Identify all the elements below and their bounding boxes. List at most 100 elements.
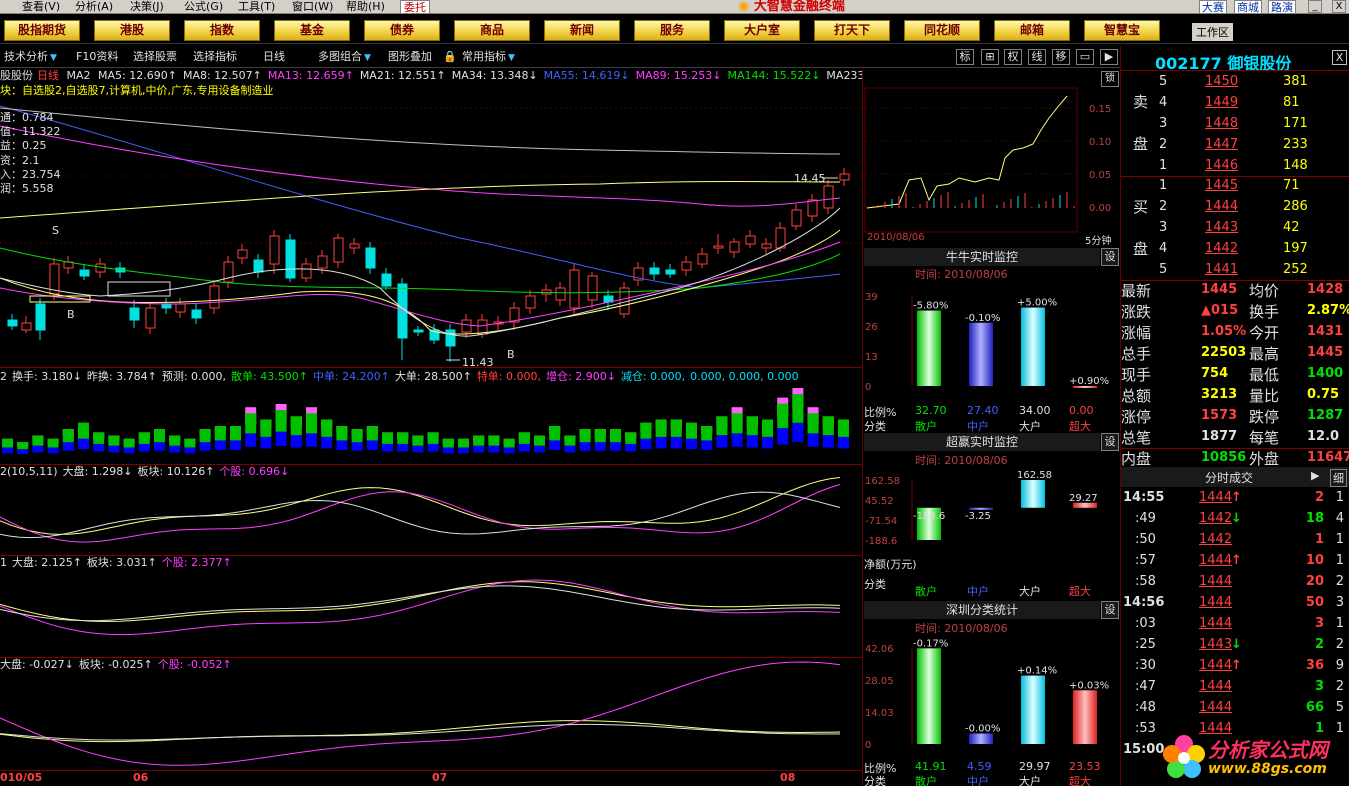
- topbtn-vip-room[interactable]: 大户室: [724, 20, 800, 41]
- ticks-arrow-icon[interactable]: ▶: [1311, 469, 1319, 482]
- mall-button[interactable]: 商城: [1234, 0, 1262, 14]
- topbtn-news[interactable]: 新闻: [544, 20, 620, 41]
- entrust-button[interactable]: 委托: [400, 0, 430, 14]
- candle-body: [269, 235, 280, 265]
- minimize-button[interactable]: _: [1308, 0, 1322, 13]
- window-icon[interactable]: ▭: [1076, 49, 1094, 65]
- menu-analysis[interactable]: 分析(A): [75, 0, 113, 14]
- chart-stock-name: 股股份: [0, 69, 33, 82]
- order-level-row[interactable]: 4 1449 81: [1121, 93, 1349, 114]
- pane-indicator-value: 大盘: 1.298↓: [62, 465, 133, 478]
- tick-price: 1444: [1199, 553, 1233, 568]
- play-icon[interactable]: ▶: [1100, 49, 1118, 65]
- topbtn-tonghuashun[interactable]: 同花顺: [904, 20, 980, 41]
- volume-bar: [807, 413, 819, 434]
- topbtn-hk-stocks[interactable]: 港股: [94, 20, 170, 41]
- toolbar-tech-analysis[interactable]: 技术分析 ▼: [4, 49, 57, 66]
- intraday-mini-chart[interactable]: 0.15 0.10 0.05 0.00: [863, 68, 1121, 244]
- niuniu-settings-button[interactable]: 设: [1101, 248, 1119, 266]
- toolbar-select-indicator[interactable]: 选择指标: [193, 49, 237, 65]
- tick-time: :25: [1135, 637, 1156, 652]
- candle-body: [791, 209, 802, 227]
- grid-icon[interactable]: ⊞: [981, 49, 999, 65]
- order-level-row[interactable]: 1 1445 71: [1121, 176, 1349, 197]
- menu-tools[interactable]: 工具(T): [238, 0, 275, 14]
- bar-chart-ytick: 45.52: [865, 496, 894, 507]
- level-number: 3: [1159, 220, 1168, 235]
- menu-decision[interactable]: 决策(J): [130, 0, 164, 14]
- order-level-row[interactable]: 3 1448 171: [1121, 114, 1349, 135]
- toolbar-select-stock[interactable]: 选择股票: [133, 49, 177, 65]
- main-chart-area[interactable]: 股股份 日线 MA2 MA5: 12.690↑ MA8: 12.507↑ MA13: …: [0, 68, 903, 786]
- menu-formula[interactable]: 公式(G): [184, 0, 223, 14]
- ma-title-line: 股股份 日线 MA2 MA5: 12.690↑ MA8: 12.507↑ MA13: …: [0, 69, 913, 82]
- quote-close-button[interactable]: X: [1332, 50, 1347, 65]
- topbtn-zhihuibao[interactable]: 智慧宝: [1084, 20, 1160, 41]
- chart-canvas[interactable]: [0, 68, 862, 786]
- order-level-row[interactable]: 1 1446 148: [1121, 156, 1349, 177]
- tick-time: :57: [1135, 553, 1156, 568]
- topbtn-service[interactable]: 服务: [634, 20, 710, 41]
- menu-help[interactable]: 帮助(H): [346, 0, 385, 14]
- topbtn-bonds[interactable]: 债券: [364, 20, 440, 41]
- window-close-button[interactable]: X: [1332, 0, 1346, 13]
- volume-bar: [686, 422, 697, 439]
- topbtn-datianxia[interactable]: 打天下: [814, 20, 890, 41]
- order-level-row[interactable]: 5 1450 381: [1121, 72, 1349, 93]
- stat-value: 754: [1201, 366, 1229, 381]
- level-number: 5: [1159, 74, 1168, 89]
- toolbar-daily[interactable]: 日线: [263, 49, 285, 65]
- order-level-row[interactable]: 2 1444 286: [1121, 197, 1349, 218]
- topbtn-funds[interactable]: 基金: [274, 20, 350, 41]
- toolbar-common-indicators[interactable]: 常用指标 ▼: [462, 49, 515, 66]
- ticks-detail-button[interactable]: 细: [1330, 469, 1347, 487]
- menu-window[interactable]: 窗口(W): [292, 0, 333, 14]
- tick-price: 1443: [1199, 637, 1233, 652]
- toolbar-overlay[interactable]: 图形叠加: [388, 49, 432, 65]
- chaoying-settings-button[interactable]: 设: [1101, 433, 1119, 451]
- bar-label: -5.80%: [913, 301, 948, 312]
- indicator-line: [0, 484, 841, 543]
- tick-price: 1442: [1199, 511, 1233, 526]
- topbtn-index[interactable]: 指数: [184, 20, 260, 41]
- candle-body: [745, 235, 756, 245]
- candle-body: [365, 247, 376, 269]
- menu-view[interactable]: 查看(V): [22, 0, 60, 14]
- candle-body: [35, 303, 46, 331]
- work-area-button[interactable]: 工作区: [1192, 23, 1233, 41]
- toolbar-multi-chart[interactable]: 多图组合 ▼: [318, 49, 371, 66]
- volume-bar: [290, 416, 302, 436]
- roadshow-button[interactable]: 路演: [1268, 0, 1296, 14]
- shenzhen-ratio-value: 29.97: [1019, 760, 1051, 773]
- line-icon[interactable]: 线: [1028, 49, 1046, 65]
- order-level-row[interactable]: 3 1443 42: [1121, 218, 1349, 239]
- mark-icon[interactable]: 标: [956, 49, 974, 65]
- move-icon[interactable]: 移: [1052, 49, 1070, 65]
- order-level-row[interactable]: 5 1441 252: [1121, 260, 1349, 281]
- rights-icon[interactable]: 权: [1004, 49, 1022, 65]
- order-level-row[interactable]: 4 1442 197: [1121, 239, 1349, 260]
- monitor-bar: [917, 648, 941, 744]
- volume-bar: [610, 429, 621, 443]
- ma-value: MA13: 12.659↑: [267, 69, 354, 82]
- tick-count: 2: [1335, 637, 1344, 652]
- lock-icon[interactable]: 🔒: [443, 49, 457, 65]
- tick-row: 14:55 1444 ↑ 2 1: [1121, 488, 1349, 509]
- contest-button[interactable]: 大赛: [1199, 0, 1227, 14]
- watermark-logo: 分析家公式网 www.88gs.com: [1160, 730, 1349, 786]
- candle-body: [775, 227, 786, 249]
- toolbar-f10[interactable]: F10资料: [76, 49, 118, 65]
- volume-bar: [230, 440, 241, 450]
- volume-bar: [458, 447, 469, 454]
- topbtn-index-futures[interactable]: 股指期货: [4, 20, 80, 41]
- topbtn-commodities[interactable]: 商品: [454, 20, 530, 41]
- level-price: 1442: [1205, 241, 1239, 256]
- volume-bar: [442, 438, 454, 448]
- volume-bar: [822, 435, 834, 448]
- topbtn-mailbox[interactable]: 邮箱: [994, 20, 1070, 41]
- shenzhen-ratio-value: 23.53: [1069, 760, 1101, 773]
- volume-bar: [2, 447, 13, 454]
- shenzhen-settings-button[interactable]: 设: [1101, 601, 1119, 619]
- volume-bar: [62, 442, 74, 451]
- order-level-row[interactable]: 2 1447 233: [1121, 135, 1349, 156]
